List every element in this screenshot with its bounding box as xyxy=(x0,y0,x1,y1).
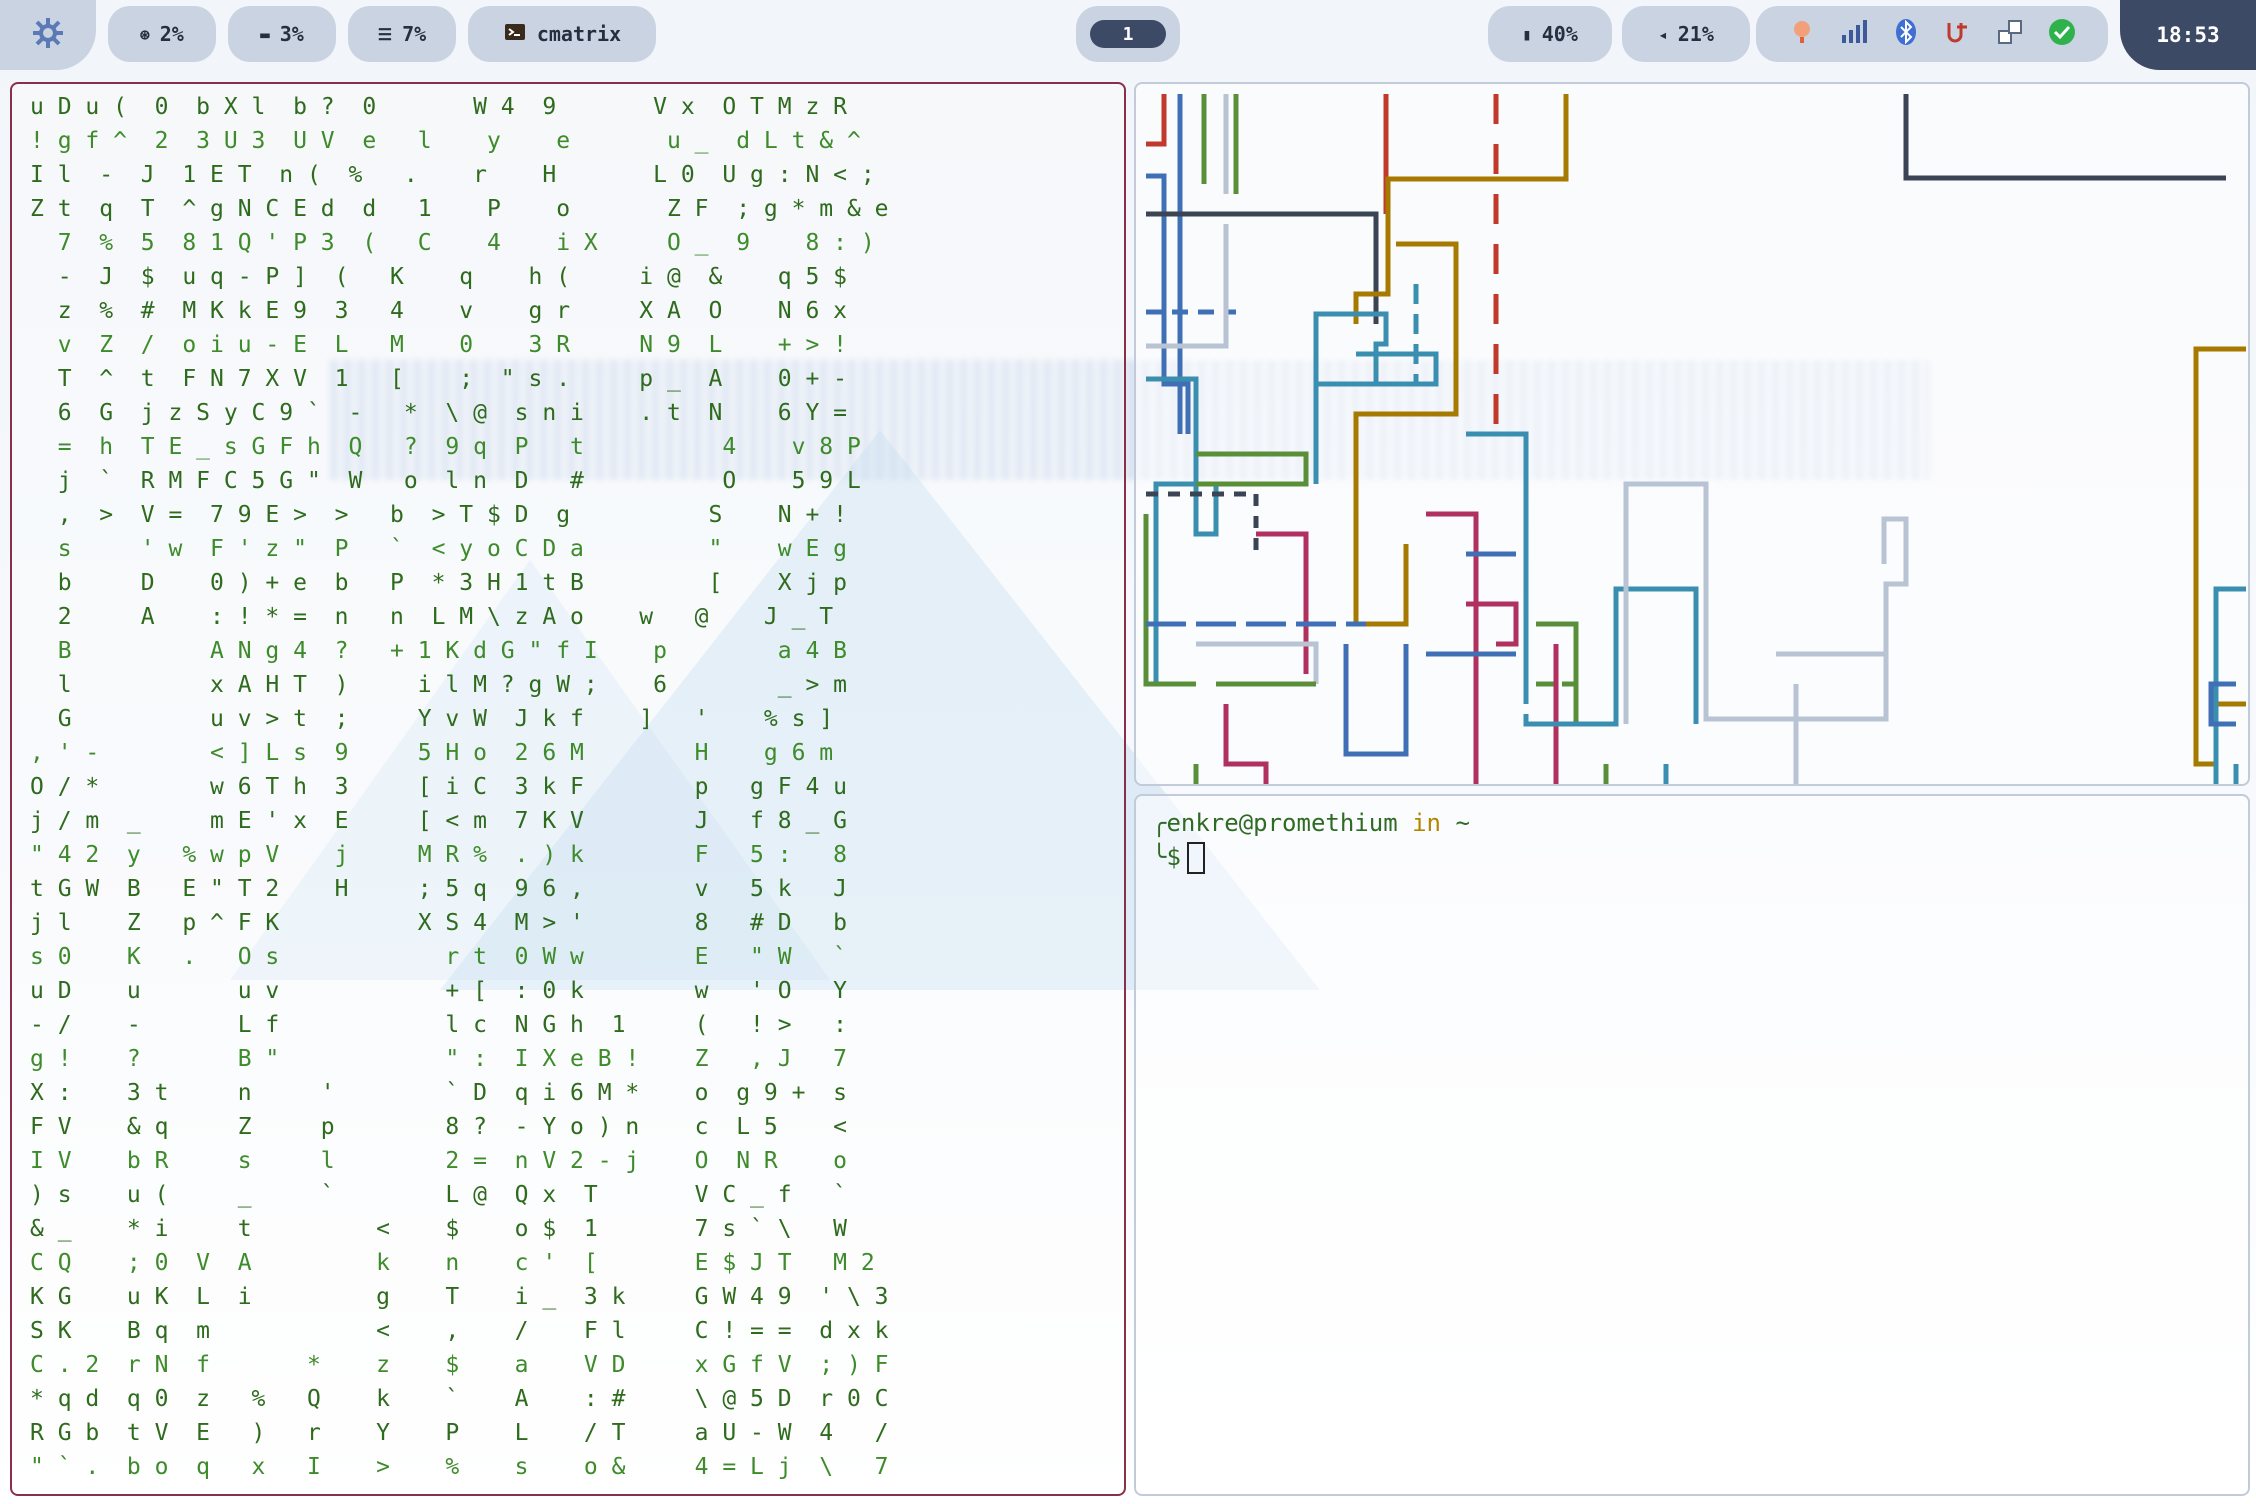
matrix-line: R G b t V E ) r Y P L / T a U - W 4 / xyxy=(30,1420,889,1446)
pipe xyxy=(1523,586,1699,727)
pipe xyxy=(1536,621,1596,727)
memory-value: 3% xyxy=(279,22,304,46)
pipe xyxy=(1196,451,1309,487)
matrix-line: O / * w 6 T h 3 [ i C 3 k F p g F 4 u xyxy=(30,774,847,800)
matrix-line: s 0 K . O s r t 0 W w E " W ` xyxy=(30,944,847,970)
matrix-line: Z t q T ^ g N C E d d 1 P o Z F ; g * m … xyxy=(30,196,889,222)
cpu-widget[interactable]: ⊛ 2% xyxy=(108,6,216,62)
matrix-line: = h T E _ s G F h Q ? 9 q P t 4 v 8 P xyxy=(30,434,861,460)
matrix-line: , ' - < ] L s 9 5 H o 2 6 M H g 6 m xyxy=(30,740,834,766)
matrix-line: 2 A : ! * = n n L M \ z A o w @ J _ T xyxy=(30,604,834,630)
pipe xyxy=(1903,94,2226,181)
nixos-logo-button[interactable] xyxy=(0,0,96,70)
matrix-line: - J $ u q - P ] ( K q h ( i @ & q 5 $ xyxy=(30,264,847,290)
memory-icon: ▬ xyxy=(260,24,270,44)
pipe xyxy=(1256,531,1309,674)
matrix-line: B A N g 4 ? + 1 K d G " f I p a 4 B xyxy=(30,638,847,664)
pipe xyxy=(1343,644,1409,757)
prompt-char: $ xyxy=(1166,843,1181,871)
matrix-line: T ^ t F N 7 X V 1 [ ; " s . p _ A 0 + - xyxy=(30,366,847,392)
matrix-line: C . 2 r N f * z $ a V D x G f V ; ) F xyxy=(30,1352,889,1378)
volume-widget[interactable]: ◂ 21% xyxy=(1622,6,1750,62)
workspaces: 1 xyxy=(1076,6,1180,62)
matrix-line: C Q ; 0 V A k n c ' [ E $ J T M 2 xyxy=(30,1250,875,1276)
matrix-line: - / - L f l c N G h 1 ( ! > : xyxy=(30,1012,847,1038)
matrix-line: u D u ( 0 b X l b ? 0 W 4 9 V x O T M z … xyxy=(30,94,847,120)
matrix-line: ! g f ^ 2 3 U 3 U V e l y e u _ d L t & … xyxy=(30,128,861,154)
matrix-line: z % # M K k E 9 3 4 v g r X A O N 6 x xyxy=(30,298,847,324)
matrix-line: 6 G j z S y C 9 ` - * \ @ s n i . t N 6 … xyxy=(30,400,847,426)
pipe xyxy=(2193,346,2246,767)
pipe xyxy=(1146,491,1259,554)
volume-icon: ◂ xyxy=(1658,24,1668,44)
pipes-window[interactable] xyxy=(1134,82,2250,786)
pipe xyxy=(1623,481,1889,724)
matrix-line: I V b R s l 2 = n V 2 - j O N R o xyxy=(30,1148,847,1174)
matrix-line: l x A H T ) i l M ? g W ; 6 _ > m xyxy=(30,672,847,698)
cpu-icon: ⊛ xyxy=(140,24,150,44)
system-tray xyxy=(1756,6,2108,62)
matrix-line: g ! ? B " " : I X e B ! Z , J 7 xyxy=(30,1046,847,1072)
matrix-line: * q d q 0 z % Q k ` A : # \ @ 5 D r 0 C xyxy=(30,1386,889,1412)
pipe xyxy=(1223,704,1269,784)
pipe xyxy=(1353,241,1459,627)
prompt-in-word: in xyxy=(1412,809,1441,837)
matrix-line: F V & q Z p 8 ? - Y o ) n c L 5 < xyxy=(30,1114,847,1140)
prompt-user-host: enkre@promethium xyxy=(1166,809,1398,837)
terminal-app-icon xyxy=(503,20,527,49)
pipe xyxy=(1196,641,1319,684)
matrix-line: X : 3 t n ' ` D q i 6 M * o g 9 + s xyxy=(30,1080,847,1106)
matrix-line: s ' w F ' z " P ` < y o C D a " w E g xyxy=(30,536,847,562)
bluetooth-icon[interactable] xyxy=(1891,17,1921,52)
pipes-canvas xyxy=(1143,94,2246,784)
matrix-line: & _ * i t < $ o $ 1 7 s ` \ W xyxy=(30,1216,847,1242)
check-icon[interactable] xyxy=(2047,17,2077,52)
disk-widget[interactable]: ☰ 7% xyxy=(348,6,456,62)
matrix-line: G u v > t ; Y v W J k f ] ' % s ] xyxy=(30,706,834,732)
matrix-line: j l Z p ^ F K X S 4 M > ' 8 # D b xyxy=(30,910,847,936)
disk-icon: ☰ xyxy=(377,24,393,44)
nixos-snowflake-icon xyxy=(31,16,65,54)
vpn-icon[interactable] xyxy=(1943,17,1973,52)
matrix-line: I l - J 1 E T n ( % . r H L 0 U g : N < … xyxy=(30,162,875,188)
weather-icon[interactable] xyxy=(1787,17,1817,52)
window-title: cmatrix xyxy=(536,22,622,46)
memory-widget[interactable]: ▬ 3% xyxy=(228,6,336,62)
matrix-line: S K B q m < , / F l C ! = = d x k xyxy=(30,1318,889,1344)
shell-prompt: ╭enkre@promethium in ~ ╰$ xyxy=(1152,806,1470,874)
battery-value: 40% xyxy=(1541,22,1578,46)
matrix-line: K G u K L i g T i _ 3 k G W 4 9 ' \ 3 xyxy=(30,1284,889,1310)
top-bar: ⊛ 2% ▬ 3% ☰ 7% cmatrix 1 ▮ 40% ◂ 21% 18:… xyxy=(0,0,2256,72)
matrix-line: v Z / o i u - E L M 0 3 R N 9 L + > ! xyxy=(30,332,847,358)
matrix-line: 7 % 5 8 1 Q ' P 3 ( C 4 i X O _ 9 8 : ) xyxy=(30,230,875,256)
terminal-cursor[interactable] xyxy=(1186,842,1205,874)
battery-widget[interactable]: ▮ 40% xyxy=(1488,6,1612,62)
matrix-line: b D 0 ) + e b P * 3 H 1 t B [ X j p xyxy=(30,570,847,596)
matrix-line: , > V = 7 9 E > > b > T $ D g S N + ! xyxy=(30,502,847,528)
pipe xyxy=(1146,224,1229,349)
matrix-line: u D u u v + [ : 0 k w ' O Y xyxy=(30,978,847,1004)
matrix-line: ) s u ( _ ` L @ Q x T V C _ f ` xyxy=(30,1182,847,1208)
volume-value: 21% xyxy=(1677,22,1714,46)
pipe xyxy=(1146,94,1167,147)
clock[interactable]: 18:53 xyxy=(2120,0,2256,70)
network-signal-icon[interactable] xyxy=(1839,17,1869,52)
disk-value: 7% xyxy=(402,22,427,46)
package-update-icon[interactable] xyxy=(1995,17,2025,52)
pipe xyxy=(1313,311,1389,484)
workspace-button-1[interactable]: 1 xyxy=(1090,20,1166,48)
matrix-line: j ` R M F C 5 G " W o l n D # O 5 9 L xyxy=(30,468,861,494)
matrix-line: j / m _ m E ' x E [ < m 7 K V J f 8 _ G xyxy=(30,808,847,834)
matrix-line: " 4 2 y % w p V j M R % . ) k F 5 : 8 xyxy=(30,842,847,868)
window-title-widget[interactable]: cmatrix xyxy=(468,6,656,62)
matrix-line: t G W B E " T 2 H ; 5 q 9 6 , v 5 k J xyxy=(30,876,847,902)
cpu-value: 2% xyxy=(159,22,184,46)
matrix-line: " ` . b o q x I > % s o & 4 = L j \ 7 xyxy=(30,1454,889,1480)
prompt-path: ~ xyxy=(1455,809,1470,837)
terminal-window[interactable]: ╭enkre@promethium in ~ ╰$ xyxy=(1134,794,2250,1496)
battery-icon: ▮ xyxy=(1522,24,1532,44)
pipe xyxy=(1776,516,1909,657)
cmatrix-window[interactable]: u D u ( 0 b X l b ? 0 W 4 9 V x O T M z … xyxy=(10,82,1126,1496)
